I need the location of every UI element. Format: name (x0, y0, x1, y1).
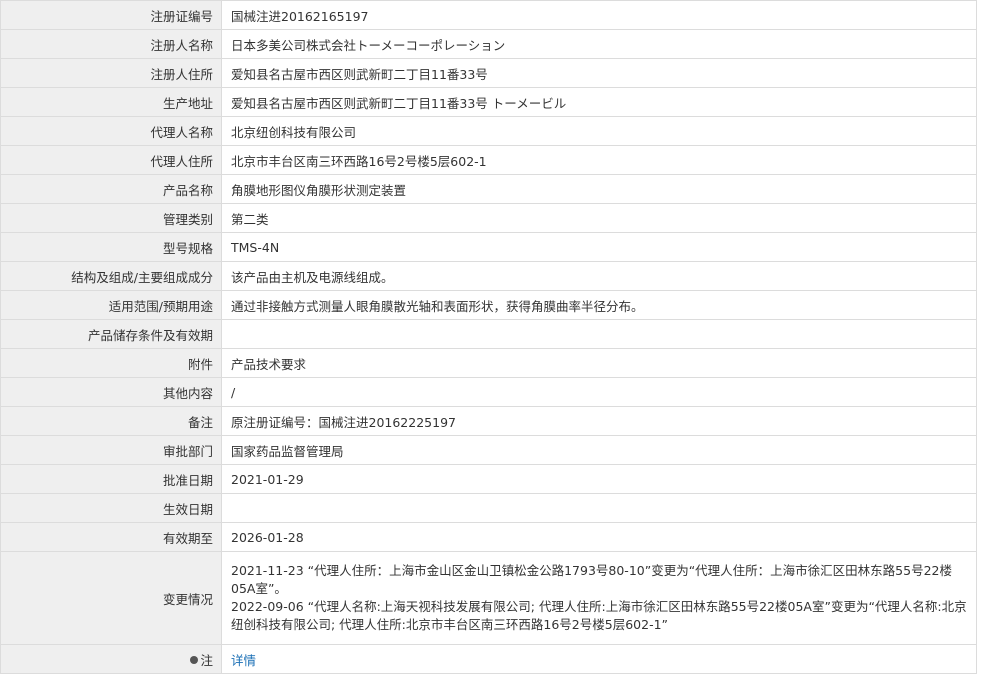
field-value: 日本多美公司株式会社トーメーコーポレーション (221, 29, 977, 59)
change-entry: 2021-11-23 “代理人住所：上海市金山区金山卫镇松金公路1793号80-… (231, 563, 952, 596)
table-row: 其他内容 / (0, 377, 977, 407)
field-value: 原注册证编号：国械注进20162225197 (221, 406, 977, 436)
field-label: 注册人名称 (0, 29, 222, 59)
field-value: 产品技术要求 (221, 348, 977, 378)
table-row: 生产地址 爱知县名古屋市西区则武新町二丁目11番33号 トーメービル (0, 87, 977, 117)
field-value (221, 319, 977, 349)
field-label: 有效期至 (0, 522, 222, 552)
change-history-row: 变更情况 2021-11-23 “代理人住所：上海市金山区金山卫镇松金公路179… (0, 551, 977, 645)
field-label: 管理类别 (0, 203, 222, 233)
note-row: 注 详情 (0, 644, 977, 674)
table-row: 附件 产品技术要求 (0, 348, 977, 378)
field-value: 第二类 (221, 203, 977, 233)
table-row: 注册人住所 爱知县名古屋市西区则武新町二丁目11番33号 (0, 58, 977, 88)
change-entry: 2022-09-06 “代理人名称:上海天视科技发展有限公司; 代理人住所:上海… (231, 599, 967, 632)
field-value: 通过非接触方式测量人眼角膜散光轴和表面形状，获得角膜曲率半径分布。 (221, 290, 977, 320)
pin-icon (190, 656, 199, 664)
field-label: 审批部门 (0, 435, 222, 465)
table-row: 备注 原注册证编号：国械注进20162225197 (0, 406, 977, 436)
field-label: 代理人名称 (0, 116, 222, 146)
note-value-cell: 详情 (221, 644, 977, 674)
field-value: TMS-4N (221, 232, 977, 262)
table-row: 代理人名称 北京纽创科技有限公司 (0, 116, 977, 146)
field-label: 生产地址 (0, 87, 222, 117)
field-value (221, 493, 977, 523)
field-label: 注册证编号 (0, 0, 222, 30)
field-value: 该产品由主机及电源线组成。 (221, 261, 977, 291)
table-row: 产品名称 角膜地形图仪角膜形状测定装置 (0, 174, 977, 204)
field-label: 附件 (0, 348, 222, 378)
field-value: 国械注进20162165197 (221, 0, 977, 30)
table-row: 有效期至 2026-01-28 (0, 522, 977, 552)
note-label-cell: 注 (0, 644, 222, 674)
table-row: 生效日期 (0, 493, 977, 523)
details-link[interactable]: 详情 (231, 653, 256, 668)
change-history-value: 2021-11-23 “代理人住所：上海市金山区金山卫镇松金公路1793号80-… (221, 551, 977, 645)
table-row: 结构及组成/主要组成成分 该产品由主机及电源线组成。 (0, 261, 977, 291)
field-value: 爱知县名古屋市西区则武新町二丁目11番33号 (221, 58, 977, 88)
field-label: 批准日期 (0, 464, 222, 494)
table-row: 注册证编号 国械注进20162165197 (0, 0, 977, 30)
field-label: 产品储存条件及有效期 (0, 319, 222, 349)
field-value: 北京市丰台区南三环西路16号2号楼5层602-1 (221, 145, 977, 175)
field-label: 注册人住所 (0, 58, 222, 88)
field-label: 型号规格 (0, 232, 222, 262)
field-value: 爱知县名古屋市西区则武新町二丁目11番33号 トーメービル (221, 87, 977, 117)
field-label: 结构及组成/主要组成成分 (0, 261, 222, 291)
field-label: 生效日期 (0, 493, 222, 523)
table-row: 产品储存条件及有效期 (0, 319, 977, 349)
field-value: 2026-01-28 (221, 522, 977, 552)
field-label: 代理人住所 (0, 145, 222, 175)
field-value: 北京纽创科技有限公司 (221, 116, 977, 146)
field-value: 角膜地形图仪角膜形状测定装置 (221, 174, 977, 204)
change-history-label: 变更情况 (0, 551, 222, 645)
field-label: 其他内容 (0, 377, 222, 407)
table-row: 管理类别 第二类 (0, 203, 977, 233)
note-label: 注 (200, 652, 213, 668)
field-label: 适用范围/预期用途 (0, 290, 222, 320)
table-row: 适用范围/预期用途 通过非接触方式测量人眼角膜散光轴和表面形状，获得角膜曲率半径分… (0, 290, 977, 320)
table-row: 批准日期 2021-01-29 (0, 464, 977, 494)
table-row: 代理人住所 北京市丰台区南三环西路16号2号楼5层602-1 (0, 145, 977, 175)
field-label: 产品名称 (0, 174, 222, 204)
registration-detail-table: 注册证编号 国械注进20162165197 注册人名称 日本多美公司株式会社トーメー… (0, 0, 977, 674)
table-row: 型号规格 TMS-4N (0, 232, 977, 262)
field-value: 2021-01-29 (221, 464, 977, 494)
field-value: / (221, 377, 977, 407)
field-value: 国家药品监督管理局 (221, 435, 977, 465)
field-label: 备注 (0, 406, 222, 436)
table-row: 注册人名称 日本多美公司株式会社トーメーコーポレーション (0, 29, 977, 59)
table-row: 审批部门 国家药品监督管理局 (0, 435, 977, 465)
